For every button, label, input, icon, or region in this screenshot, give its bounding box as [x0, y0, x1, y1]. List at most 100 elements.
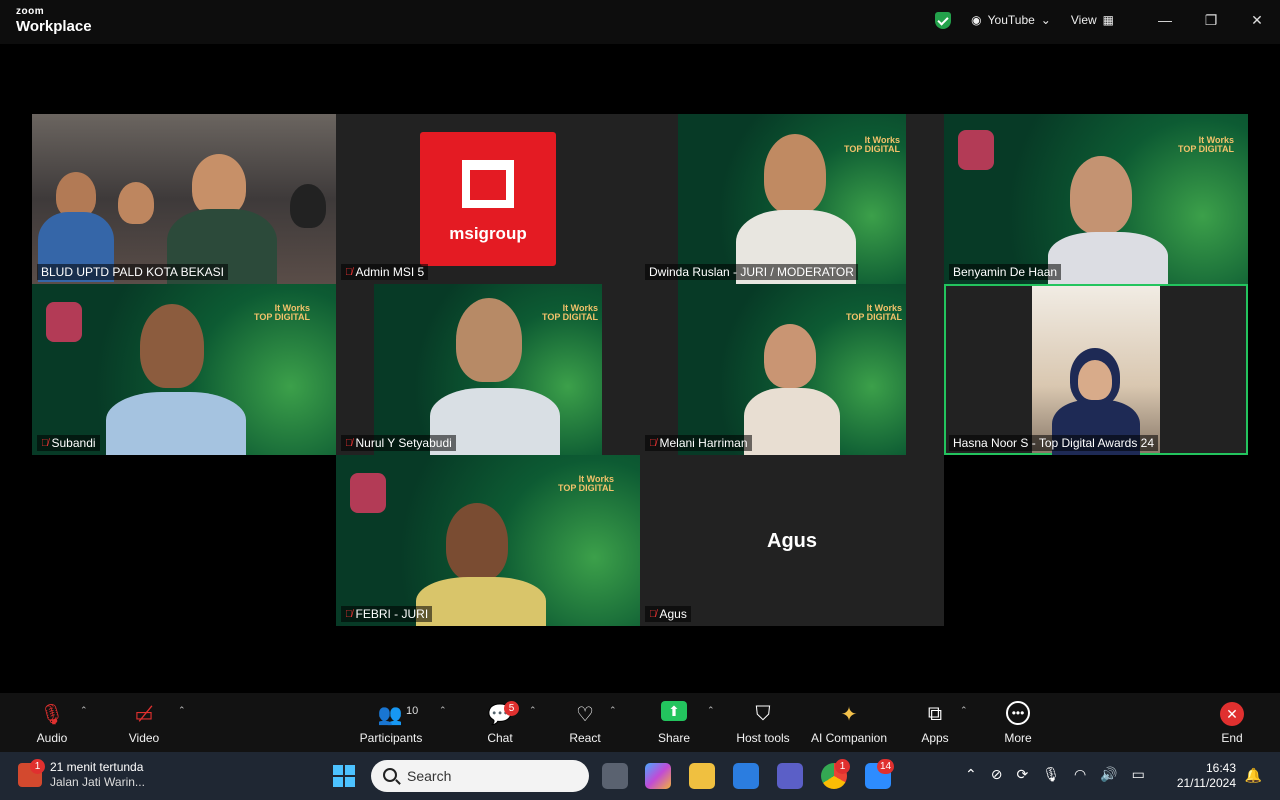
react-button[interactable]: ♡ React — [562, 693, 608, 752]
share-options-chevron-icon[interactable]: ⌃ — [707, 705, 715, 716]
video-tile[interactable]: BLUD UPTD PALD KOTA BEKASI — [32, 114, 336, 284]
zoom-app-icon[interactable]: 14 — [865, 759, 895, 789]
chat-button[interactable]: 💬 5 Chat — [478, 693, 522, 752]
participant-face — [140, 304, 204, 388]
award-graphic: It Works TOP DIGITAL — [843, 135, 900, 154]
more-dots-icon: ••• — [1006, 701, 1030, 725]
shield-check-icon — [935, 11, 952, 29]
react-label: React — [569, 731, 601, 745]
os-taskbar: 1 21 menit tertunda Jalan Jati Warin... … — [0, 752, 1280, 800]
title-bar: zoom Workplace ◉ YouTube ⌄ View ▦ — ❐ ✕ — [0, 0, 1280, 44]
apps-options-chevron-icon[interactable]: ⌃ — [960, 705, 968, 716]
microsoft-store-icon[interactable] — [733, 763, 759, 789]
apps-icon: ⧉ — [927, 702, 943, 725]
file-explorer-icon[interactable] — [689, 763, 715, 789]
chat-label: Chat — [487, 731, 513, 745]
chat-options-chevron-icon[interactable]: ⌃ — [529, 705, 537, 716]
award-graphic: It Works TOP DIGITAL — [253, 303, 310, 322]
network-off-icon[interactable]: ⊘ — [991, 766, 1003, 783]
view-menu[interactable]: View ▦ — [1061, 13, 1124, 27]
wifi-icon[interactable]: ◠ — [1074, 766, 1086, 783]
react-options-chevron-icon[interactable]: ⌃ — [609, 705, 617, 716]
volume-icon[interactable]: 🔊 — [1100, 766, 1117, 783]
participant-name: 🎙̸ FEBRI - JURI — [341, 606, 433, 622]
audio-options-chevron-icon[interactable]: ⌃ — [80, 705, 88, 716]
video-tile[interactable]: It Works TOP DIGITAL 🎙̸ FEBRI - JURI — [336, 455, 640, 626]
end-label: End — [1221, 731, 1243, 745]
award-graphic: It Works TOP DIGITAL — [845, 303, 902, 322]
video-tile[interactable]: It Works TOP DIGITAL 🎙̸ Subandi — [32, 284, 336, 455]
video-options-chevron-icon[interactable]: ⌃ — [178, 705, 186, 716]
participant-face — [192, 154, 246, 216]
live-stream-menu[interactable]: ◉ YouTube ⌄ — [961, 13, 1061, 27]
share-screen-icon: ⬆ — [661, 701, 687, 721]
copilot-icon[interactable] — [645, 763, 671, 789]
video-tile[interactable]: msigroup 🎙̸ Admin MSI 5 — [336, 114, 640, 284]
mic-muted-icon: 🎙̸ — [41, 437, 49, 449]
participant-name: 🎙̸ Nurul Y Setyabudi — [341, 435, 456, 451]
grid-icon: ▦ — [1102, 13, 1114, 27]
participant-name: BLUD UPTD PALD KOTA BEKASI — [37, 264, 228, 280]
brand-bottom: Workplace — [16, 18, 92, 35]
video-tile[interactable]: It Works TOP DIGITAL Dwinda Ruslan - JURI… — [640, 114, 944, 284]
car-icon: 1 — [18, 759, 45, 787]
chrome-icon[interactable]: 1 — [821, 759, 850, 789]
windows-start-icon[interactable] — [333, 765, 355, 787]
close-button[interactable]: ✕ — [1234, 0, 1280, 40]
mic-muted-icon: 🎙̸ — [649, 437, 657, 449]
chevron-up-icon[interactable]: ⌃ — [965, 766, 977, 783]
video-tile[interactable]: Agus 🎙̸ Agus — [640, 455, 944, 626]
ai-companion-label: AI Companion — [810, 731, 888, 745]
minimize-button[interactable]: — — [1142, 0, 1188, 40]
app-logo: zoom Workplace — [16, 7, 92, 35]
battery-icon[interactable]: ▭ — [1132, 766, 1145, 783]
teams-icon[interactable] — [777, 763, 803, 789]
participant-name: Hasna Noor S - Top Digital Awards 24 — [949, 435, 1158, 451]
notification-bell-icon[interactable]: 🔔 — [1245, 767, 1262, 784]
video-tile-active-speaker[interactable]: Hasna Noor S - Top Digital Awards 24 — [944, 284, 1248, 455]
task-view-icon[interactable] — [602, 763, 628, 789]
chrome-badge: 1 — [835, 759, 850, 774]
video-tile[interactable]: It Works TOP DIGITAL Benyamin De Haan — [944, 114, 1248, 284]
mic-muted-icon: 🎙̸ — [345, 266, 353, 278]
video-feed: It Works TOP DIGITAL — [678, 284, 906, 455]
share-label: Share — [657, 731, 691, 745]
taskbar-clock[interactable]: 16:43 21/11/2024 — [1177, 761, 1236, 791]
taskbar-search[interactable]: Search — [371, 760, 589, 792]
video-tile[interactable]: It Works TOP DIGITAL 🎙̸ Nurul Y Setyabudi — [336, 284, 640, 455]
traffic-widget[interactable]: 1 21 menit tertunda Jalan Jati Warin... — [18, 759, 145, 790]
clock-date: 21/11/2024 — [1176, 776, 1236, 790]
more-label: More — [1004, 731, 1032, 745]
share-button[interactable]: ⬆ Share — [652, 693, 696, 752]
video-button[interactable]: ▭̸ Video — [116, 693, 172, 752]
participants-options-chevron-icon[interactable]: ⌃ — [439, 705, 447, 716]
sync-icon[interactable]: ⟳ — [1016, 766, 1028, 783]
participant-display-name: Agus — [767, 530, 817, 552]
participant-name: Benyamin De Haan — [949, 264, 1062, 280]
host-tools-button[interactable]: ⛉ Host tools — [732, 693, 794, 752]
ai-companion-button[interactable]: ✦ AI Companion — [808, 693, 890, 752]
audio-label: Audio — [36, 731, 68, 745]
video-feed: It Works TOP DIGITAL — [678, 114, 906, 284]
zoom-badge: 14 — [877, 759, 895, 774]
award-badge-icon — [350, 473, 386, 513]
participants-count: 10 — [406, 705, 419, 717]
restore-button[interactable]: ❐ — [1188, 0, 1234, 40]
participants-button[interactable]: 👥 10 Participants — [356, 693, 426, 752]
apps-button[interactable]: ⧉ Apps — [916, 693, 954, 752]
encryption-indicator[interactable] — [925, 11, 961, 29]
meeting-toolbar: 🎙 Audio ⌃ ▭̸ Video ⌃ 👥 10 Participants ⌃… — [0, 693, 1280, 752]
participant-face — [764, 324, 816, 388]
audio-button[interactable]: 🎙 Audio — [22, 693, 82, 752]
broadcast-icon: ◉ — [971, 13, 982, 27]
apps-label: Apps — [921, 731, 949, 745]
video-tile[interactable]: It Works TOP DIGITAL 🎙̸ Melani Harriman — [640, 284, 944, 455]
system-tray: ⌃ ⊘ ⟳ 🎙 ◠ 🔊 ▭ — [965, 766, 1145, 783]
mic-muted-icon: 🎙̸ — [649, 608, 657, 620]
widget-badge: 1 — [30, 759, 45, 774]
mic-muted-icon: 🎙̸ — [345, 437, 353, 449]
microphone-icon[interactable]: 🎙 — [1042, 766, 1060, 783]
video-label: Video — [128, 731, 160, 745]
more-button[interactable]: ••• More — [998, 693, 1038, 752]
end-meeting-button[interactable]: ✕ End — [1212, 693, 1252, 752]
